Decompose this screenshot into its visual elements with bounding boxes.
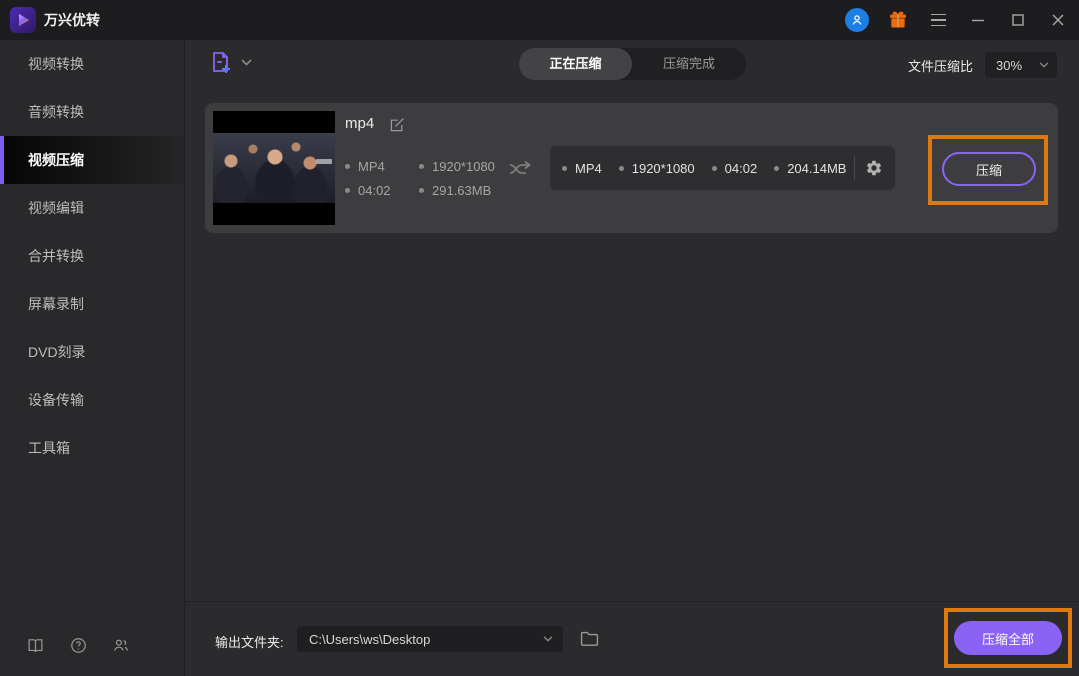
help-icon[interactable] <box>69 636 87 654</box>
file-card: mp4 MP4 1920*1080 04:02 291.63MB MP4 192… <box>205 103 1058 233</box>
settings-gear-icon[interactable] <box>865 159 883 177</box>
output-duration: 04:02 <box>712 161 758 176</box>
rename-icon[interactable] <box>389 117 405 133</box>
output-resolution: 1920*1080 <box>619 161 695 176</box>
video-thumbnail[interactable] <box>213 111 335 225</box>
chevron-down-icon <box>1039 62 1049 68</box>
sidebar: 视频转换 音频转换 视频压缩 视频编辑 合并转换 屏幕录制 DVD刻录 设备传输… <box>0 40 185 676</box>
source-size: 291.63MB <box>419 183 491 198</box>
sidebar-item-audio-convert[interactable]: 音频转换 <box>0 88 184 136</box>
status-tabs: 正在压缩 压缩完成 <box>519 48 746 80</box>
add-file-chevron-icon <box>241 59 252 66</box>
browse-folder-icon[interactable] <box>580 630 599 647</box>
minimize-button[interactable] <box>967 9 989 31</box>
sidebar-item-video-compress[interactable]: 视频压缩 <box>0 136 184 184</box>
footer-bar: 输出文件夹: C:\Users\ws\Desktop 压缩全部 <box>185 601 1079 676</box>
source-format: MP4 <box>345 159 385 174</box>
chevron-down-icon <box>543 636 553 642</box>
add-file-button[interactable] <box>209 50 252 74</box>
output-format: MP4 <box>562 161 602 176</box>
menu-icon[interactable] <box>927 9 949 31</box>
sidebar-item-video-convert[interactable]: 视频转换 <box>0 40 184 88</box>
app-logo-icon <box>10 7 36 33</box>
account-avatar[interactable] <box>845 8 869 32</box>
app-window: 万兴优转 <box>0 0 1079 676</box>
tab-compress-finished[interactable]: 压缩完成 <box>632 48 746 80</box>
close-button[interactable] <box>1047 9 1069 31</box>
video-thumbnail-image <box>213 133 335 203</box>
sidebar-item-video-edit[interactable]: 视频编辑 <box>0 184 184 232</box>
add-file-icon <box>209 50 233 74</box>
app-title: 万兴优转 <box>44 0 100 40</box>
sidebar-item-dvd-burn[interactable]: DVD刻录 <box>0 328 184 376</box>
source-duration: 04:02 <box>345 183 391 198</box>
watermark <box>316 159 332 164</box>
divider <box>854 156 855 180</box>
tab-compressing[interactable]: 正在压缩 <box>519 48 632 80</box>
sidebar-item-toolbox[interactable]: 工具箱 <box>0 424 184 472</box>
gift-icon[interactable] <box>887 9 909 31</box>
maximize-button[interactable] <box>1007 9 1029 31</box>
compress-button[interactable]: 压缩 <box>942 152 1036 186</box>
sidebar-item-screen-record[interactable]: 屏幕录制 <box>0 280 184 328</box>
output-folder-select[interactable]: C:\Users\ws\Desktop <box>297 626 563 652</box>
community-users-icon[interactable] <box>112 636 130 654</box>
convert-direction-icon <box>508 157 534 181</box>
sidebar-item-merge-convert[interactable]: 合并转换 <box>0 232 184 280</box>
file-name: mp4 <box>345 115 374 132</box>
manual-book-icon[interactable] <box>26 636 44 654</box>
compression-ratio-value: 30% <box>996 58 1022 73</box>
compression-ratio-label: 文件压缩比 <box>908 56 973 75</box>
output-folder-path: C:\Users\ws\Desktop <box>309 632 430 647</box>
compress-all-button[interactable]: 压缩全部 <box>954 621 1062 655</box>
compression-ratio-select[interactable]: 30% <box>985 52 1057 78</box>
source-resolution: 1920*1080 <box>419 159 495 174</box>
output-folder-label: 输出文件夹: <box>215 632 284 651</box>
output-settings-bar: MP4 1920*1080 04:02 204.14MB <box>550 146 895 190</box>
main-panel: 正在压缩 压缩完成 文件压缩比 30% mp4 MP4 <box>185 40 1079 676</box>
sidebar-item-device-transfer[interactable]: 设备传输 <box>0 376 184 424</box>
output-size: 204.14MB <box>774 161 846 176</box>
titlebar: 万兴优转 <box>0 0 1079 40</box>
